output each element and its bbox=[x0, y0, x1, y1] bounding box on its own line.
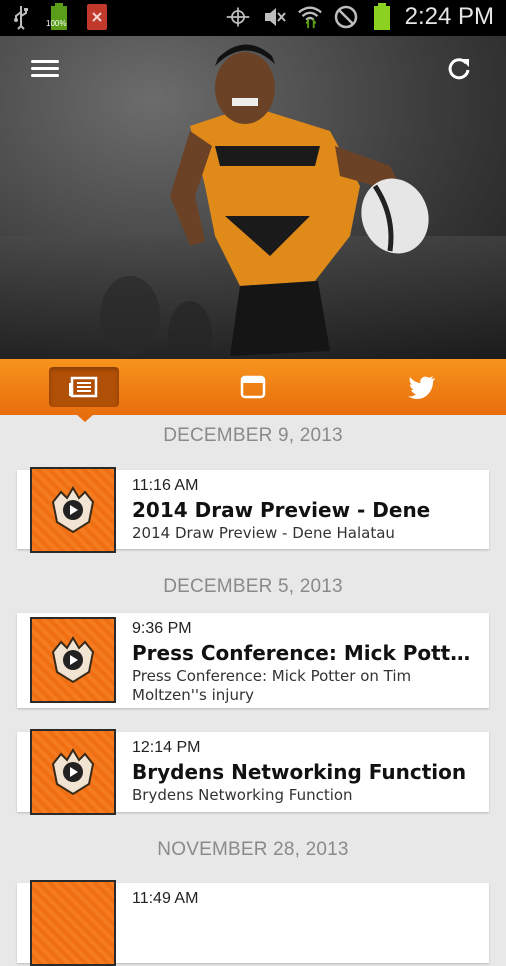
video-thumbnail bbox=[30, 880, 116, 966]
tab-bar bbox=[0, 359, 506, 415]
date-header: NOVEMBER 28, 2013 bbox=[157, 839, 349, 860]
twitter-icon bbox=[408, 376, 435, 399]
wifi-icon bbox=[297, 4, 323, 30]
refresh-icon bbox=[448, 58, 470, 80]
hero-photo-player bbox=[0, 44, 506, 359]
tab-twitter[interactable] bbox=[338, 359, 506, 415]
no-sim-icon bbox=[333, 4, 359, 30]
hamburger-icon bbox=[31, 60, 59, 63]
tab-news[interactable] bbox=[0, 359, 168, 415]
video-thumbnail bbox=[30, 467, 116, 553]
item-subtitle: Brydens Networking Function bbox=[132, 786, 353, 804]
date-header: DECEMBER 5, 2013 bbox=[163, 576, 343, 597]
battery-percent: 100% bbox=[46, 19, 67, 28]
item-time: 11:16 AM bbox=[132, 477, 199, 494]
video-thumbnail bbox=[30, 729, 116, 815]
active-tab-indicator bbox=[76, 414, 94, 422]
battery-icon: 100% bbox=[46, 3, 70, 30]
video-thumbnail bbox=[30, 617, 116, 703]
menu-button[interactable] bbox=[31, 56, 59, 78]
item-subtitle: Press Conference: Mick Potter on Tim Mol… bbox=[132, 667, 412, 704]
tiger-play-icon bbox=[51, 636, 95, 684]
list-item[interactable]: 11:49 AM bbox=[17, 880, 489, 966]
newspaper-icon bbox=[69, 376, 98, 398]
tiger-play-icon bbox=[51, 748, 95, 796]
status-time: 2:24 PM bbox=[404, 3, 494, 30]
list-item[interactable]: 9:36 PM Press Conference: Mick Potter on… bbox=[17, 613, 489, 708]
list-item[interactable]: 12:14 PM Brydens Networking Function Bry… bbox=[17, 729, 489, 815]
item-title: 2014 Draw Preview - Dene bbox=[132, 498, 431, 522]
battery-full-icon bbox=[369, 3, 395, 30]
item-title: Press Conference: Mick Potter on Tim Mol… bbox=[132, 641, 481, 665]
tab-calendar[interactable] bbox=[169, 359, 337, 415]
date-header: DECEMBER 9, 2013 bbox=[163, 425, 343, 446]
rotate-icon bbox=[225, 4, 251, 30]
mute-icon bbox=[261, 4, 287, 30]
close-notification-icon bbox=[84, 4, 110, 30]
usb-icon bbox=[8, 4, 34, 30]
hero-image bbox=[0, 36, 506, 359]
tiger-play-icon bbox=[51, 486, 95, 534]
item-title: Brydens Networking Function bbox=[132, 760, 467, 784]
item-time: 9:36 PM bbox=[132, 620, 192, 637]
calendar-icon bbox=[240, 375, 266, 399]
refresh-button[interactable] bbox=[444, 54, 474, 84]
item-time: 11:49 AM bbox=[132, 890, 199, 907]
item-subtitle: 2014 Draw Preview - Dene Halatau bbox=[132, 524, 395, 542]
status-bar: 100% 2:24 PM bbox=[0, 0, 506, 36]
list-item[interactable]: 11:16 AM 2014 Draw Preview - Dene 2014 D… bbox=[17, 467, 489, 553]
item-time: 12:14 PM bbox=[132, 739, 201, 756]
